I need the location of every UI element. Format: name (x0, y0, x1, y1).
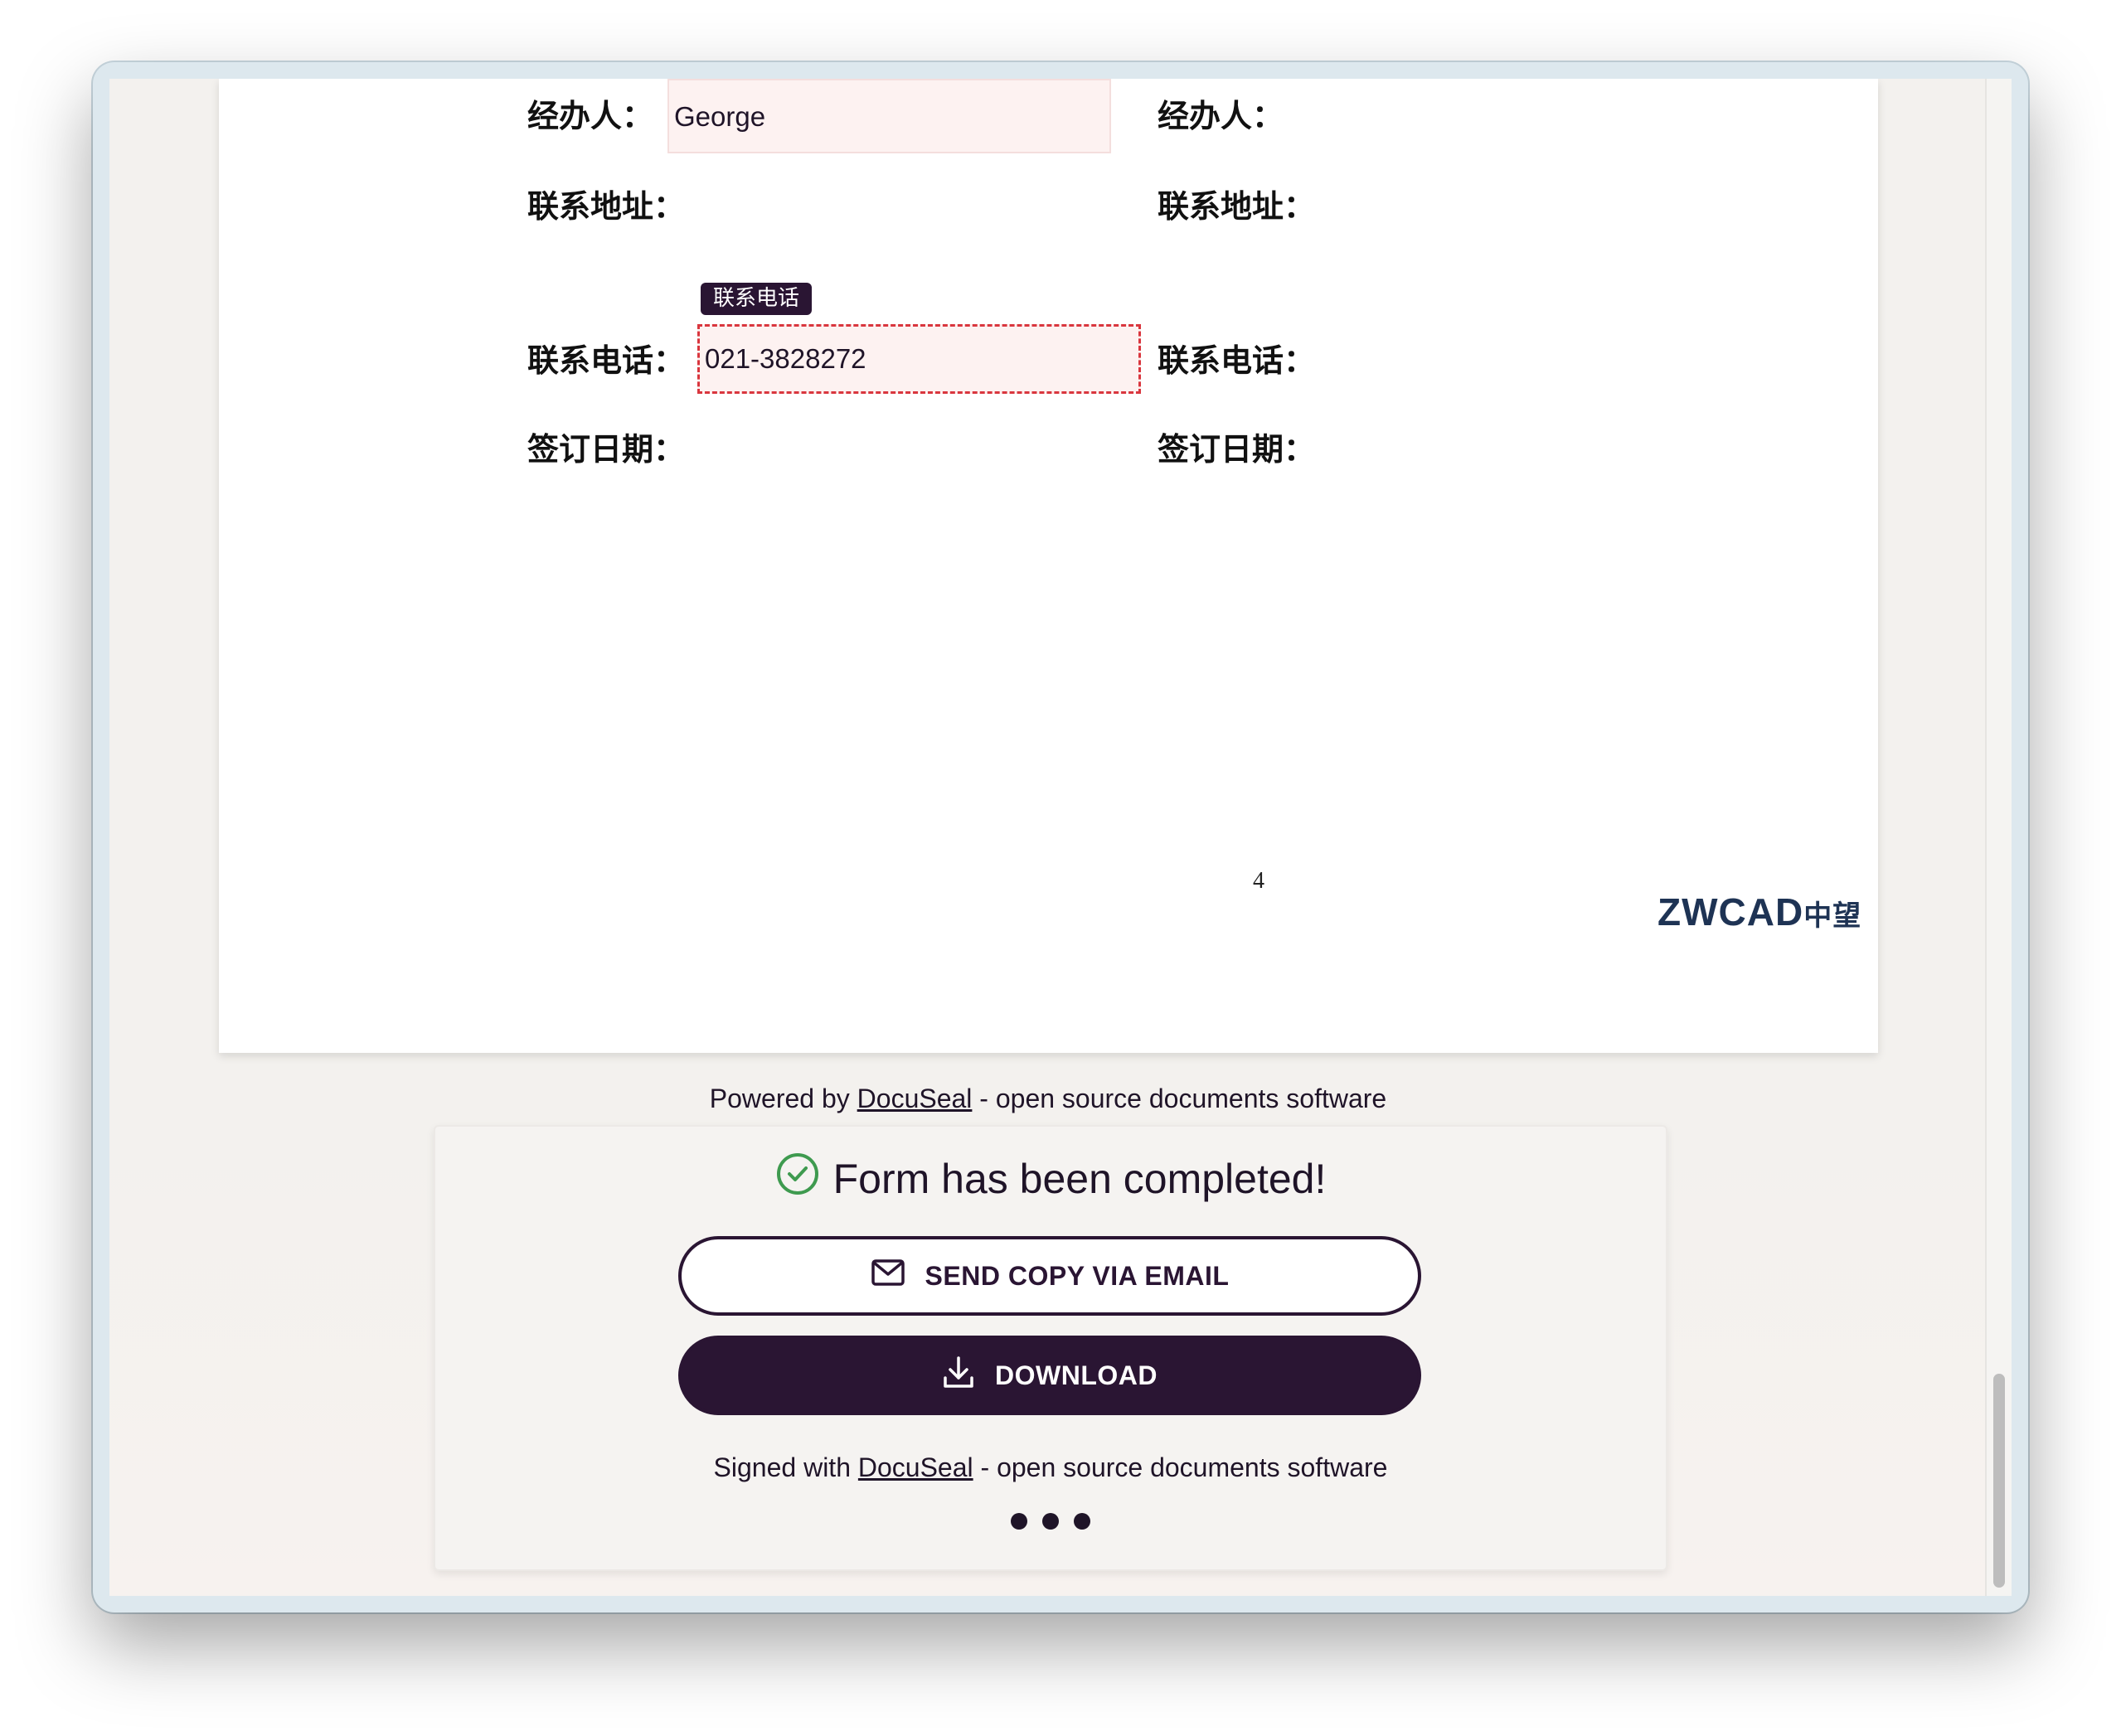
phone-field-tag: 联系电话 (701, 283, 813, 316)
address-label-left: 联系地址： (527, 188, 686, 225)
send-copy-email-button[interactable]: SEND COPY VIA EMAIL (678, 1236, 1421, 1316)
logo-text: ZWCAD (1657, 890, 1804, 933)
docuseal-viewport: 经办人： 联系地址： 联系电话： 签订日期： 经办人： 联系地址： 联系电话： … (109, 79, 2012, 1596)
signed-suffix: - open source documents software (973, 1452, 1388, 1482)
powered-by-text: Powered by DocuSeal - open source docume… (109, 1084, 1987, 1114)
powered-docuseal-link[interactable]: DocuSeal (857, 1084, 973, 1113)
address-label-right: 联系地址： (1158, 188, 1316, 225)
check-circle-icon (775, 1152, 820, 1206)
date-label-right: 签订日期： (1158, 431, 1316, 468)
scrollbar-thumb[interactable] (1993, 1374, 2005, 1588)
send-copy-label: SEND COPY VIA EMAIL (925, 1260, 1230, 1291)
handler-label-right: 经办人： (1158, 98, 1284, 134)
scrollbar-track[interactable] (1985, 79, 2012, 1596)
more-dots-icon[interactable] (435, 1513, 1666, 1530)
completion-title: Form has been completed! (832, 1156, 1327, 1202)
phone-field-value: 021-3828272 (705, 343, 866, 374)
phone-label-right: 联系电话： (1158, 342, 1316, 379)
signed-prefix: Signed with (713, 1452, 858, 1482)
signed-with-text: Signed with DocuSeal - open source docum… (435, 1452, 1666, 1483)
phone-field[interactable]: 021-3828272 (697, 324, 1141, 394)
completion-card: Form has been completed! SEND COPY VIA E… (434, 1125, 1667, 1571)
completion-heading: Form has been completed! (435, 1152, 1666, 1206)
download-label: DOWNLOAD (995, 1360, 1158, 1390)
zwcad-logo: ZWCAD中望 (1657, 893, 1861, 931)
logo-cn-text: 中望 (1803, 900, 1862, 933)
date-label-left: 签订日期： (527, 431, 686, 468)
browser-window: 经办人： 联系地址： 联系电话： 签订日期： 经办人： 联系地址： 联系电话： … (93, 62, 2028, 1612)
powered-suffix: - open source documents software (972, 1084, 1387, 1113)
envelope-icon (871, 1258, 905, 1293)
handler-label-left: 经办人： (527, 98, 654, 134)
page-number: 4 (1253, 868, 1264, 894)
dot-3 (1074, 1513, 1090, 1530)
document-page: 经办人： 联系地址： 联系电话： 签订日期： 经办人： 联系地址： 联系电话： … (219, 79, 1878, 1053)
powered-prefix: Powered by (709, 1084, 857, 1113)
handler-field-value: George (674, 101, 766, 132)
dot-2 (1042, 1513, 1059, 1530)
phone-label-left: 联系电话： (527, 342, 686, 379)
screen: 经办人： 联系地址： 联系电话： 签订日期： 经办人： 联系地址： 联系电话： … (0, 0, 2121, 1736)
download-button[interactable]: DOWNLOAD (678, 1336, 1421, 1415)
signed-docuseal-link[interactable]: DocuSeal (858, 1452, 973, 1482)
dot-1 (1011, 1513, 1027, 1530)
download-icon (942, 1355, 975, 1396)
handler-field[interactable]: George (667, 79, 1111, 153)
